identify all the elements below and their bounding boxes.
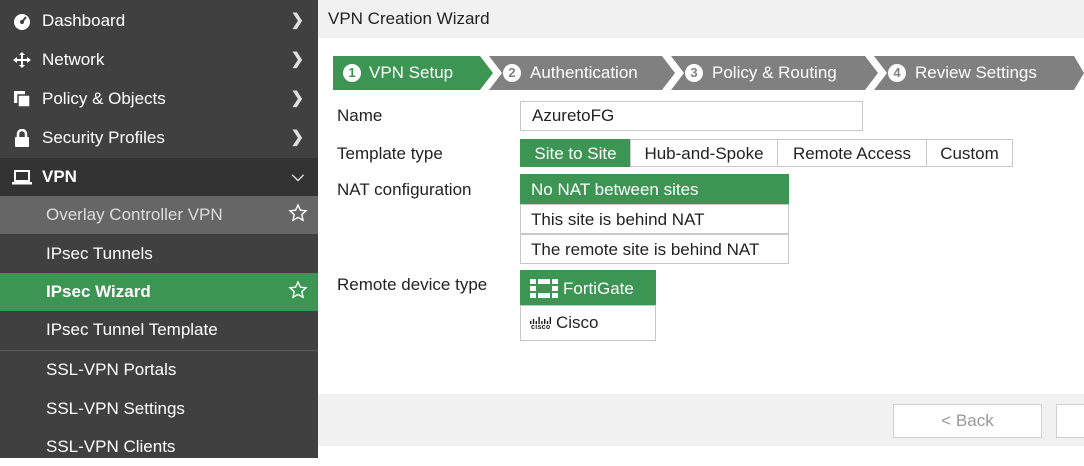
segment-label: Hub-and-Spoke [644,144,764,163]
name-input[interactable] [520,101,863,131]
sidebar-item-label: IPsec Tunnel Template [46,320,218,339]
chevron-right-icon: ❯ [290,12,304,29]
nat-option-label: This site is behind NAT [531,210,705,229]
page-title: VPN Creation Wizard [328,9,490,28]
nav-security-profiles[interactable]: Security Profiles ❯ [0,119,318,157]
nav-dashboard-label: Dashboard [42,11,126,30]
dashboard-icon [12,12,32,30]
step-label: Authentication [530,63,638,82]
chevron-right-icon: ❯ [290,90,304,107]
sidebar-item-label: IPsec Wizard [46,282,151,301]
segment-label: Site to Site [534,144,617,163]
template-type-label: Template type [337,144,443,163]
cisco-logo: cisco [530,317,552,333]
segment-label: Custom [940,144,999,163]
sidebar: Dashboard ❯ Network ❯ Policy & Objects ❯… [0,0,318,458]
nat-option-this-site-behind-nat[interactable]: This site is behind NAT [520,204,789,234]
step-authentication[interactable]: 2 Authentication [489,56,675,90]
sidebar-item-label: IPsec Tunnels [46,244,153,263]
template-site-to-site-button[interactable]: Site to Site [520,139,631,167]
cisco-logo-text: cisco [531,324,551,331]
sidebar-item-ipsec-tunnels[interactable]: IPsec Tunnels [0,235,318,273]
nat-option-remote-site-behind-nat[interactable]: The remote site is behind NAT [520,234,789,264]
chevron-right-icon: ❯ [290,51,304,68]
sidebar-item-ipsec-tunnel-template[interactable]: IPsec Tunnel Template [0,311,318,349]
step-label: Policy & Routing [712,63,837,82]
sidebar-item-label: SSL-VPN Portals [46,360,177,379]
sidebar-item-ipsec-wizard[interactable]: IPsec Wizard [0,273,318,311]
laptop-icon [12,168,32,186]
step-review-settings[interactable]: 4 Review Settings [874,56,1084,90]
step-policy-routing[interactable]: 3 Policy & Routing [671,56,878,90]
nav-dashboard[interactable]: Dashboard ❯ [0,2,318,40]
network-icon [12,51,32,69]
sidebar-item-overlay-controller-vpn[interactable]: Overlay Controller VPN [0,196,318,234]
sidebar-item-ssl-vpn-portals[interactable]: SSL-VPN Portals [0,350,318,388]
sidebar-item-ssl-vpn-clients[interactable]: SSL-VPN Clients [0,428,318,466]
step-label: Review Settings [915,63,1037,82]
template-custom-button[interactable]: Custom [926,139,1013,167]
nav-vpn[interactable]: VPN ⌵ [0,158,318,196]
remote-device-type-label: Remote device type [337,275,488,294]
nav-policy-objects-label: Policy & Objects [42,89,166,108]
sidebar-item-label: Overlay Controller VPN [46,205,223,224]
lock-icon [12,128,32,147]
wizard-header: VPN Creation Wizard [318,0,1084,38]
step-vpn-setup[interactable]: 1 VPN Setup [333,56,493,90]
sidebar-item-label: SSL-VPN Settings [46,399,185,418]
nat-configuration-label: NAT configuration [337,180,472,199]
step-number: 2 [503,64,521,82]
nav-policy-objects[interactable]: Policy & Objects ❯ [0,80,318,118]
nat-option-label: No NAT between sites [531,180,699,199]
step-number: 3 [685,64,703,82]
back-button[interactable]: < Back [893,404,1042,438]
nav-vpn-label: VPN [42,167,77,186]
star-icon[interactable] [288,203,308,223]
step-label: VPN Setup [369,63,454,82]
nav-network[interactable]: Network ❯ [0,41,318,79]
step-number: 1 [343,64,361,82]
nav-network-label: Network [42,50,105,69]
template-hub-and-spoke-button[interactable]: Hub-and-Spoke [630,139,778,167]
nat-option-no-nat[interactable]: No NAT between sites [520,174,789,204]
sidebar-item-label: SSL-VPN Clients [46,437,176,456]
sidebar-item-ssl-vpn-settings[interactable]: SSL-VPN Settings [0,390,318,428]
nat-option-label: The remote site is behind NAT [531,240,760,259]
template-remote-access-button[interactable]: Remote Access [777,139,927,167]
fortigate-icon [530,279,558,303]
nav-security-profiles-label: Security Profiles [42,128,165,147]
segment-label: Remote Access [792,144,912,163]
name-label: Name [337,106,383,125]
chevron-down-icon: ⌵ [291,168,304,185]
device-cisco-button[interactable]: cisco Cisco [520,305,656,341]
device-label: Cisco [556,313,599,332]
chevron-right-icon: ❯ [290,129,304,146]
step-number: 4 [888,64,906,82]
star-icon[interactable] [288,280,308,300]
device-label: FortiGate [563,279,634,298]
device-fortigate-button[interactable]: FortiGate [520,270,656,306]
next-button[interactable] [1056,404,1084,438]
policy-icon [12,90,32,108]
